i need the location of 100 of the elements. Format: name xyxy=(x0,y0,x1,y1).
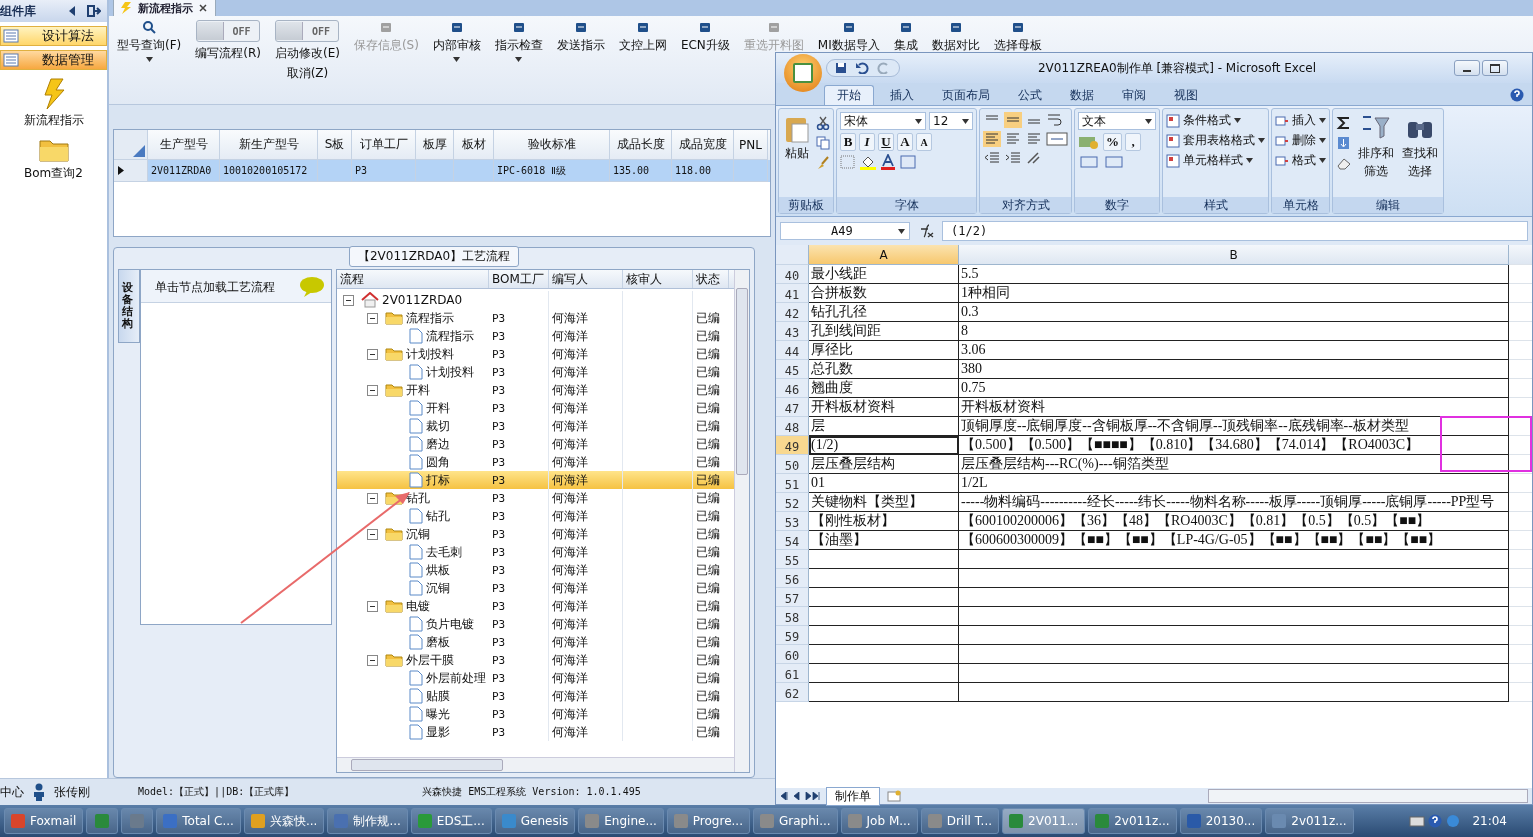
row-number[interactable]: 40 xyxy=(776,265,809,284)
column-header[interactable]: BOM工厂 xyxy=(489,270,549,288)
close-icon[interactable] xyxy=(199,4,207,12)
column-header[interactable]: 流程 xyxy=(337,270,489,288)
horizontal-scrollbar[interactable] xyxy=(1208,789,1528,803)
save-icon[interactable] xyxy=(835,62,847,74)
tree-node-label[interactable]: 曝光 xyxy=(426,705,450,723)
taskbar-button[interactable]: Engine... xyxy=(578,808,664,834)
row-number[interactable]: 47 xyxy=(776,398,809,417)
toolbar-button[interactable]: ECN升级 xyxy=(680,20,730,54)
row-number[interactable]: 57 xyxy=(776,588,809,607)
wrap-text-icon[interactable] xyxy=(1046,112,1064,128)
taskbar-button[interactable]: 兴森快... xyxy=(243,808,325,834)
sort-filter-button[interactable]: 排序和 筛选 xyxy=(1356,112,1396,194)
row-number[interactable]: 53 xyxy=(776,512,809,531)
font-color-icon[interactable] xyxy=(880,154,896,170)
number-format-button[interactable]: , xyxy=(1125,133,1141,151)
toolbar-button[interactable]: 选择母板 xyxy=(993,20,1042,54)
tree-node-label[interactable]: 计划投料 xyxy=(426,363,474,381)
name-box[interactable]: A49 xyxy=(780,222,910,240)
keyboard-icon[interactable] xyxy=(1409,815,1426,827)
taskbar-button[interactable]: 20130... xyxy=(1179,808,1263,834)
shortcut-item[interactable]: Bom查询2 xyxy=(0,129,107,182)
taskbar-button[interactable]: Genesis xyxy=(494,808,576,834)
tree-node-label[interactable]: 钻孔 xyxy=(426,507,450,525)
tree-node-label[interactable]: 2V011ZRDA0 xyxy=(382,293,463,307)
styles-button[interactable]: 单元格样式 xyxy=(1166,152,1265,169)
row-number[interactable]: 44 xyxy=(776,341,809,360)
collapse-toggle[interactable] xyxy=(367,348,378,360)
cancel-label[interactable]: 取消(Z) xyxy=(286,65,329,82)
tree-node-label[interactable]: 钻孔 xyxy=(406,489,430,507)
column-header[interactable]: A xyxy=(809,245,959,265)
tree-node-label[interactable]: 磨板 xyxy=(426,633,450,651)
tree-node-label[interactable]: 电镀 xyxy=(406,597,430,615)
taskbar-button[interactable]: Total C... xyxy=(156,808,241,834)
row-number[interactable]: 61 xyxy=(776,664,809,683)
format-button[interactable]: I xyxy=(859,133,875,151)
ribbon-tab[interactable]: 插入 xyxy=(878,85,926,105)
row-number[interactable]: 45 xyxy=(776,360,809,379)
collapse-toggle[interactable] xyxy=(367,654,378,666)
office-button[interactable] xyxy=(784,54,822,92)
column-header[interactable]: 核审人 xyxy=(623,270,693,288)
toggle-switch[interactable]: OFF xyxy=(196,20,261,42)
fill-color-icon[interactable] xyxy=(859,154,877,170)
collapse-toggle[interactable] xyxy=(367,528,378,540)
ribbon-tab[interactable]: 页面布局 xyxy=(930,85,1002,105)
column-header[interactable]: B xyxy=(959,245,1509,265)
sheet-navigation-icon[interactable] xyxy=(780,792,820,800)
brush-icon[interactable] xyxy=(816,156,830,170)
cells-button[interactable]: 格式 xyxy=(1275,152,1326,169)
row-number[interactable]: 50 xyxy=(776,455,809,474)
tree-node-label[interactable]: 裁切 xyxy=(426,417,450,435)
tree-node-label[interactable]: 沉铜 xyxy=(426,579,450,597)
align-icon[interactable] xyxy=(1025,131,1043,147)
sidebar-item[interactable]: 数据管理 xyxy=(0,50,107,70)
styles-button[interactable]: 条件格式 xyxy=(1166,112,1265,129)
indent-icon[interactable] xyxy=(983,150,1001,166)
taskbar-button[interactable]: Job M... xyxy=(840,808,918,834)
paste-button[interactable]: 粘贴 xyxy=(782,112,812,194)
row-number[interactable]: 54 xyxy=(776,531,809,550)
taskbar-button[interactable]: 制作规... xyxy=(327,808,408,834)
row-header[interactable] xyxy=(114,160,148,182)
cells-button[interactable]: 插入 xyxy=(1275,112,1326,129)
help-icon[interactable] xyxy=(1510,88,1524,102)
help-icon[interactable] xyxy=(1428,814,1443,828)
tree-node-label[interactable]: 烘板 xyxy=(426,561,450,579)
tree-node-label[interactable]: 外层前处理 xyxy=(426,669,486,687)
row-number[interactable]: 43 xyxy=(776,322,809,341)
undo-icon[interactable] xyxy=(855,62,869,74)
taskbar-button[interactable]: 2v011z... xyxy=(1088,808,1177,834)
ribbon-tab[interactable]: 数据 xyxy=(1058,85,1106,105)
toolbar-button[interactable]: 数据对比 xyxy=(931,20,980,54)
merge-icon[interactable] xyxy=(1046,131,1068,147)
row-number[interactable]: 60 xyxy=(776,645,809,664)
vertical-tab[interactable]: 设备结构 xyxy=(118,269,140,344)
font-size-field[interactable]: 12 xyxy=(929,112,973,130)
row-number[interactable]: 51 xyxy=(776,474,809,493)
row-number[interactable]: 58 xyxy=(776,607,809,626)
taskbar-button[interactable]: Foxmail xyxy=(4,808,84,834)
maximize-button[interactable] xyxy=(1482,60,1508,76)
row-number[interactable]: 52 xyxy=(776,493,809,512)
tree-node-label[interactable]: 磨边 xyxy=(426,435,450,453)
tree-node-label[interactable]: 开料 xyxy=(426,399,450,417)
taskbar-button[interactable]: Progre... xyxy=(666,808,750,834)
collapse-arrow-icon[interactable] xyxy=(67,5,77,17)
formula-field[interactable]: (1/2) xyxy=(942,221,1528,241)
cells-button[interactable]: 删除 xyxy=(1275,132,1326,149)
number-format-field[interactable]: 文本 xyxy=(1078,112,1156,130)
toolbar-button[interactable]: MI数据导入 xyxy=(817,20,880,54)
row-number[interactable]: 48 xyxy=(776,417,809,436)
format-button[interactable]: B xyxy=(840,133,856,151)
row-number[interactable]: 46 xyxy=(776,379,809,398)
tree-node-label[interactable]: 外层干膜 xyxy=(406,651,454,669)
toggle-switch[interactable]: OFF xyxy=(275,20,340,42)
tree-node-label[interactable]: 贴膜 xyxy=(426,687,450,705)
toolbar-button[interactable]: 型号查询(F) xyxy=(117,20,182,62)
ribbon-tab[interactable]: 公式 xyxy=(1006,85,1054,105)
ribbon-tab[interactable]: 开始 xyxy=(824,85,874,105)
sum-icon[interactable] xyxy=(1336,116,1352,130)
horizontal-scrollbar[interactable] xyxy=(337,757,734,773)
